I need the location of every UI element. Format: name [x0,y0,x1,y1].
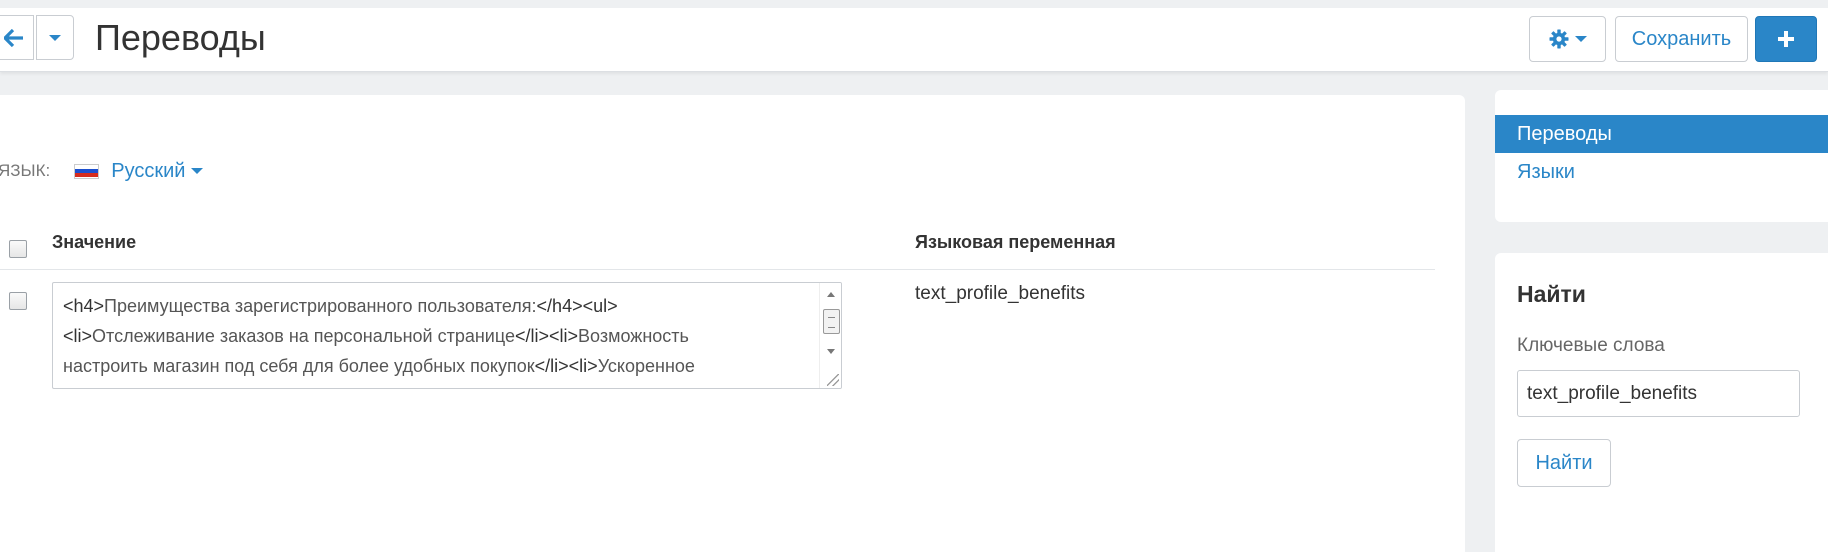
russian-flag-icon [74,163,100,179]
language-label: ЯЗЫК: [0,161,51,180]
sidebar-item-translations[interactable]: Переводы [1495,115,1828,153]
gear-icon [1549,29,1568,49]
textarea-line: настроить магазин под себя для более удо… [63,356,695,376]
select-all-checkbox[interactable] [9,240,27,258]
caret-down-icon [1574,36,1587,42]
translation-value-textarea[interactable]: <h4>Преимущества зарегистрированного пол… [52,282,842,389]
language-variable-name: text_profile_benefits [915,283,1086,304]
add-button[interactable] [1755,16,1817,62]
search-panel: Найти Ключевые слова Найти [1495,253,1828,552]
scroll-down-arrow-icon[interactable] [827,349,835,354]
column-header-value: Значение [52,232,137,252]
settings-dropdown-button[interactable] [1529,16,1606,62]
arrow-left-icon [4,28,23,47]
keywords-input[interactable] [1517,370,1800,417]
scroll-thumb[interactable] [823,309,840,334]
resize-handle-icon[interactable] [827,374,839,386]
scroll-up-arrow-icon[interactable] [827,292,835,297]
language-dropdown-value: Русский [111,159,186,182]
history-dropdown-button[interactable] [36,15,74,60]
textarea-line: <li>Отслеживание заказов на персональной… [63,326,689,346]
top-toolbar: Переводы Сохранить [0,0,1828,72]
table-row: <h4>Преимущества зарегистрированного пол… [0,282,1435,402]
plus-icon [1778,31,1794,47]
caret-down-icon [191,168,204,174]
sidebar-item-languages[interactable]: Языки [1495,153,1828,191]
language-selector-row: ЯЗЫК: Русский [0,158,204,184]
language-dropdown[interactable]: Русский [111,159,204,183]
row-checkbox[interactable] [9,292,27,310]
save-button[interactable]: Сохранить [1615,16,1748,62]
search-button[interactable]: Найти [1517,439,1611,487]
sidebar-nav: Переводы Языки [1495,90,1828,222]
keywords-label: Ключевые слова [1517,335,1665,356]
textarea-line: <h4>Преимущества зарегистрированного пол… [63,296,618,316]
table-header: Значение Языковая переменная [0,225,1435,270]
textarea-scrollbar[interactable] [819,283,841,388]
column-header-variable: Языковая переменная [915,232,1116,252]
search-title: Найти [1517,281,1586,307]
page-title: Переводы [95,17,266,58]
back-button[interactable] [0,15,34,60]
caret-down-icon [49,34,61,41]
